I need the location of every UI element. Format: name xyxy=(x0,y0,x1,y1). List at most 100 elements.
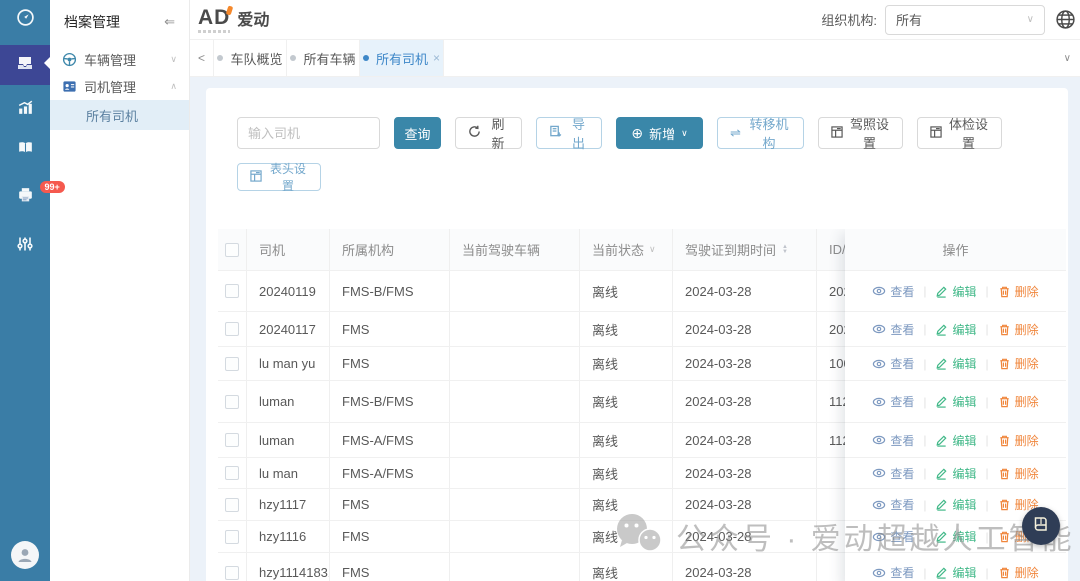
language-globe-icon[interactable] xyxy=(1055,9,1076,30)
edit-link[interactable]: 编辑 xyxy=(935,393,976,410)
sidebar-collapse-icon[interactable]: ⇐ xyxy=(164,14,175,30)
action-divider: | xyxy=(923,433,926,447)
cell-org: FMS-A/FMS xyxy=(330,423,450,458)
chevron-down-icon: ∨ xyxy=(1027,14,1034,25)
row-checkbox[interactable] xyxy=(225,498,239,512)
delete-link[interactable]: 删除 xyxy=(998,321,1039,338)
edit-link[interactable]: 编辑 xyxy=(935,528,976,545)
row-checkbox[interactable] xyxy=(225,433,239,447)
col-status[interactable]: 当前状态 ∨ xyxy=(580,229,673,271)
cell-vehicle xyxy=(450,458,580,489)
view-link[interactable]: 查看 xyxy=(872,496,914,513)
open-book-icon xyxy=(16,138,35,162)
tabs-scroll-left[interactable]: < xyxy=(190,40,214,76)
table-row: luman FMS-B/FMS 离线 2024-03-28 1122 xyxy=(218,381,895,423)
view-link[interactable]: 查看 xyxy=(872,465,914,482)
cell-vehicle xyxy=(450,553,580,581)
row-checkbox[interactable] xyxy=(225,566,239,580)
tab-label: 车队概览 xyxy=(230,49,282,68)
add-new-button[interactable]: ⊕ 新增 ∨ xyxy=(616,117,703,149)
query-button[interactable]: 查询 xyxy=(394,117,441,149)
pencil-icon xyxy=(935,566,948,579)
help-manual-button[interactable] xyxy=(1022,507,1060,545)
edit-link[interactable]: 编辑 xyxy=(935,355,976,372)
view-link[interactable]: 查看 xyxy=(872,432,914,449)
delete-link[interactable]: 删除 xyxy=(998,283,1039,300)
tab-close-icon[interactable]: × xyxy=(433,51,440,65)
user-avatar[interactable] xyxy=(11,541,39,569)
steering-wheel-icon xyxy=(62,52,78,68)
select-all-checkbox[interactable] xyxy=(225,243,239,257)
edit-link[interactable]: 编辑 xyxy=(935,465,976,482)
eye-icon xyxy=(872,498,886,512)
edit-link[interactable]: 编辑 xyxy=(935,321,976,338)
tab-all-vehicles[interactable]: 所有车辆 xyxy=(287,40,360,76)
rail-item-book[interactable] xyxy=(0,130,50,170)
row-checkbox[interactable] xyxy=(225,284,239,298)
delete-link-label: 删除 xyxy=(1015,564,1039,581)
tab-fleet-overview[interactable]: 车队概览 xyxy=(214,40,287,76)
pencil-icon xyxy=(935,357,948,370)
org-select-value: 所有 xyxy=(896,10,922,29)
cell-status: 离线 xyxy=(580,458,673,489)
edit-link-label: 编辑 xyxy=(952,283,976,300)
view-link-label: 查看 xyxy=(890,355,914,372)
delete-link[interactable]: 删除 xyxy=(998,432,1039,449)
rail-item-archive[interactable] xyxy=(0,45,50,85)
physical-settings-button[interactable]: 体检设置 xyxy=(917,117,1002,149)
action-divider: | xyxy=(986,498,989,512)
view-link[interactable]: 查看 xyxy=(872,355,914,372)
search-input[interactable] xyxy=(237,117,380,149)
sidebar-group-vehicle[interactable]: 车辆管理 ∨ xyxy=(50,46,189,73)
delete-link[interactable]: 删除 xyxy=(998,564,1039,581)
row-checkbox[interactable] xyxy=(225,530,239,544)
cell-expiry: 2024-03-28 xyxy=(673,271,817,312)
cell-status: 离线 xyxy=(580,271,673,312)
refresh-button[interactable]: 刷新 xyxy=(455,117,522,149)
rail-item-settings[interactable] xyxy=(0,226,50,266)
row-checkbox[interactable] xyxy=(225,395,239,409)
col-expiry[interactable]: 驾驶证到期时间 ▲▼ xyxy=(673,229,817,271)
delete-link-label: 删除 xyxy=(1015,432,1039,449)
delete-link[interactable]: 删除 xyxy=(998,465,1039,482)
cell-expiry: 2024-03-28 xyxy=(673,458,817,489)
edit-link[interactable]: 编辑 xyxy=(935,283,976,300)
message-count-badge: 99+ xyxy=(40,181,65,193)
edit-link[interactable]: 编辑 xyxy=(935,496,976,513)
action-divider: | xyxy=(923,395,926,409)
transfer-org-button[interactable]: ⇌ 转移机构 xyxy=(717,117,804,149)
rail-item-dashboard[interactable] xyxy=(0,0,50,40)
delete-link[interactable]: 删除 xyxy=(998,393,1039,410)
logo-brand-text: 爱动 xyxy=(237,6,269,33)
archive-icon xyxy=(15,53,35,78)
org-select[interactable]: 所有 ∨ xyxy=(885,5,1045,35)
edit-link[interactable]: 编辑 xyxy=(935,432,976,449)
delete-link-label: 删除 xyxy=(1015,321,1039,338)
cell-driver: 20240117 xyxy=(247,312,330,347)
table-row: 20240119 FMS-B/FMS 离线 2024-03-28 2024 xyxy=(218,271,895,312)
row-checkbox[interactable] xyxy=(225,357,239,371)
export-button[interactable]: 导出 xyxy=(536,117,602,149)
view-link[interactable]: 查看 xyxy=(872,528,914,545)
rail-item-analytics[interactable] xyxy=(0,90,50,130)
view-link-label: 查看 xyxy=(890,321,914,338)
view-link[interactable]: 查看 xyxy=(872,393,914,410)
view-link[interactable]: 查看 xyxy=(872,283,914,300)
header-settings-button[interactable]: 表头设置 xyxy=(237,163,321,191)
tabs-more-icon[interactable]: ∨ xyxy=(1064,40,1071,77)
delete-link[interactable]: 删除 xyxy=(998,355,1039,372)
license-settings-button[interactable]: 驾照设置 xyxy=(818,117,903,149)
sidebar-group-driver[interactable]: 司机管理 ∧ xyxy=(50,73,189,100)
row-checkbox[interactable] xyxy=(225,466,239,480)
view-link[interactable]: 查看 xyxy=(872,321,914,338)
cell-expiry: 2024-03-28 xyxy=(673,521,817,553)
app-logo: AD 爱动 xyxy=(198,6,269,33)
row-checkbox[interactable] xyxy=(225,322,239,336)
edit-link[interactable]: 编辑 xyxy=(935,564,976,581)
rail-item-messages[interactable]: 99+ xyxy=(0,177,50,217)
tab-all-drivers[interactable]: 所有司机 × xyxy=(360,40,444,76)
sidebar-item-all-drivers[interactable]: 所有司机 xyxy=(50,100,189,130)
view-link[interactable]: 查看 xyxy=(872,564,914,581)
view-link-label: 查看 xyxy=(890,496,914,513)
eye-icon xyxy=(872,322,886,336)
